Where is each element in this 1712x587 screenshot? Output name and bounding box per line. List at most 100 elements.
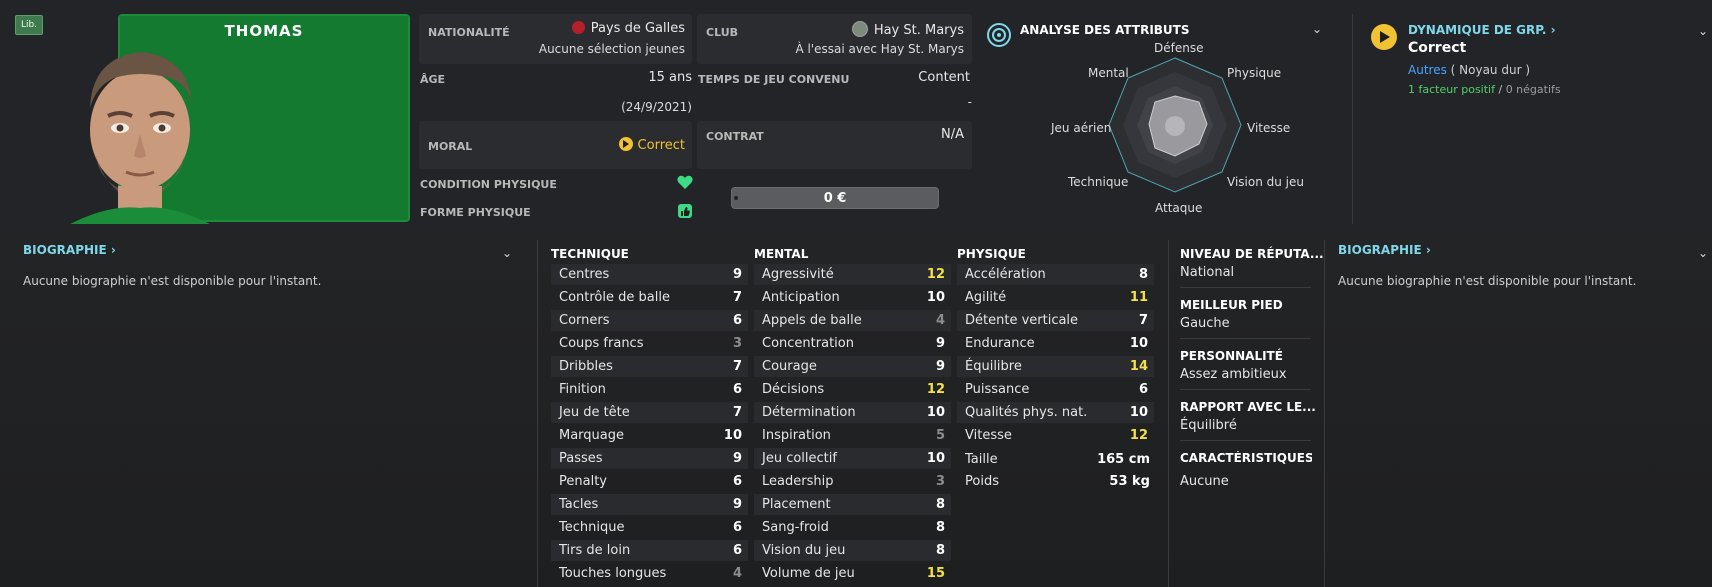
attribute-value: 10: [1129, 336, 1148, 351]
attribute-name: Dribbles: [559, 359, 613, 374]
height-label: Taille: [965, 452, 998, 467]
attribute-row[interactable]: Jeu collectif 10: [754, 448, 951, 469]
attribute-row[interactable]: Technique 6: [551, 517, 748, 538]
youth-caps: Aucune sélection jeunes: [538, 42, 685, 56]
divider: [1180, 338, 1311, 339]
attribute-row[interactable]: Placement 8: [754, 494, 951, 515]
attribute-row[interactable]: Volume de jeu 15: [754, 563, 951, 584]
mental-title: MENTAL: [754, 247, 809, 261]
technique-title: TECHNIQUE: [551, 247, 629, 261]
attribute-row[interactable]: Penalty 6: [551, 471, 748, 492]
attribute-value: 9: [732, 497, 742, 512]
attribute-row[interactable]: Agressivité 12: [754, 264, 951, 285]
club-value[interactable]: Hay St. Marys: [800, 21, 964, 38]
attribute-row[interactable]: Décisions 12: [754, 379, 951, 400]
positive-factors[interactable]: 1 facteur positif: [1408, 83, 1495, 96]
attribute-row[interactable]: Finition 6: [551, 379, 748, 400]
attribute-name: Agilité: [965, 290, 1007, 305]
attribute-value: 6: [732, 382, 742, 397]
attribute-row[interactable]: Courage 9: [754, 356, 951, 377]
attribute-value: 12: [926, 267, 945, 282]
player-traits-value: Aucune: [1180, 474, 1229, 489]
preferred-foot-label: MEILLEUR PIED: [1180, 298, 1283, 312]
attribute-row[interactable]: Vision du jeu 8: [754, 540, 951, 561]
personality-label: PERSONNALITÉ: [1180, 349, 1283, 363]
dynamics-group-link[interactable]: Autres: [1408, 63, 1447, 77]
attribute-row[interactable]: Dribbles 7: [551, 356, 748, 377]
attribute-value: 5: [935, 428, 945, 443]
player-face-image: [70, 52, 210, 224]
playing-time-extra: -: [967, 95, 972, 109]
attribute-value: 10: [723, 428, 742, 443]
attribute-row[interactable]: Jeu de tête 7: [551, 402, 748, 423]
biography-right-chevron-down-icon[interactable]: ⌄: [1698, 246, 1708, 260]
attribute-row[interactable]: Accélération 8: [957, 264, 1154, 285]
attribute-row[interactable]: Détente verticale 7: [957, 310, 1154, 331]
attribute-value: 9: [935, 359, 945, 374]
attribute-value: 10: [1129, 405, 1148, 420]
attribute-row[interactable]: Concentration 9: [754, 333, 951, 354]
dynamics-value: Correct: [1408, 40, 1467, 56]
nationality-label: NATIONALITÉ: [428, 26, 510, 39]
attribute-row[interactable]: Agilité 11: [957, 287, 1154, 308]
attribute-value: 6: [732, 474, 742, 489]
heart-icon[interactable]: [677, 175, 693, 190]
wage-bar[interactable]: 0 €: [731, 187, 939, 209]
divider: [1180, 440, 1311, 441]
attribute-name: Accélération: [965, 267, 1046, 282]
analysis-chevron-down-icon[interactable]: ⌄: [1312, 22, 1322, 36]
attribute-row[interactable]: Endurance 10: [957, 333, 1154, 354]
media-handling-value: Équilibré: [1180, 418, 1237, 433]
wage-bar-handle[interactable]: [734, 196, 738, 200]
factors-separator: /: [1498, 83, 1503, 96]
attribute-row[interactable]: Tacles 9: [551, 494, 748, 515]
attribute-name: Sang-froid: [762, 520, 829, 535]
dynamics-title-text: DYNAMIQUE DE GRP.: [1408, 23, 1547, 37]
attribute-row[interactable]: Corners 6: [551, 310, 748, 331]
status-badge[interactable]: Lib.: [15, 15, 43, 35]
attribute-row[interactable]: Vitesse 12: [957, 425, 1154, 446]
attribute-value: 10: [926, 405, 945, 420]
biography-left-title[interactable]: BIOGRAPHIE ›: [23, 243, 116, 257]
attribute-row[interactable]: Détermination 10: [754, 402, 951, 423]
dynamics-chevron-down-icon[interactable]: ⌄: [1698, 24, 1708, 38]
attribute-name: Tacles: [559, 497, 599, 512]
attribute-value: 14: [1129, 359, 1148, 374]
attribute-name: Endurance: [965, 336, 1035, 351]
biography-right-title[interactable]: BIOGRAPHIE ›: [1338, 243, 1431, 257]
attribute-row[interactable]: Appels de balle 4: [754, 310, 951, 331]
nationality-value[interactable]: Pays de Galles: [540, 21, 685, 36]
negative-factors[interactable]: 0 négatifs: [1506, 83, 1561, 96]
attribute-row[interactable]: Sang-froid 8: [754, 517, 951, 538]
attribute-row[interactable]: Marquage 10: [551, 425, 748, 446]
attribute-row[interactable]: Anticipation 10: [754, 287, 951, 308]
attribute-name: Finition: [559, 382, 606, 397]
analysis-title[interactable]: ANALYSE DES ATTRIBUTS: [1020, 23, 1190, 37]
attribute-row[interactable]: Inspiration 5: [754, 425, 951, 446]
attribute-value: 10: [926, 451, 945, 466]
attribute-row[interactable]: Leadership 3: [754, 471, 951, 492]
thumbs-up-icon[interactable]: [678, 204, 692, 218]
attribute-row[interactable]: Centres 9: [551, 264, 748, 285]
club-label: CLUB: [706, 26, 739, 39]
attribute-name: Décisions: [762, 382, 825, 397]
attribute-row[interactable]: Puissance 6: [957, 379, 1154, 400]
radar-axis-attaque: Attaque: [1155, 201, 1203, 215]
attribute-value: 3: [732, 336, 742, 351]
attribute-row[interactable]: Coups francs 3: [551, 333, 748, 354]
attribute-name: Corners: [559, 313, 610, 328]
dynamics-title[interactable]: DYNAMIQUE DE GRP. ›: [1408, 23, 1556, 37]
attribute-row[interactable]: Touches longues 4: [551, 563, 748, 584]
attribute-row[interactable]: Équilibre 14: [957, 356, 1154, 377]
media-handling-label: RAPPORT AVEC LE...: [1180, 400, 1316, 414]
attribute-row[interactable]: Qualités phys. nat. 10: [957, 402, 1154, 423]
attribute-name: Puissance: [965, 382, 1030, 397]
age-value: 15 ans: [648, 70, 692, 85]
attribute-value: 10: [926, 290, 945, 305]
attribute-row[interactable]: Passes 9: [551, 448, 748, 469]
attribute-value: 9: [732, 267, 742, 282]
attribute-value: 6: [732, 520, 742, 535]
attribute-row[interactable]: Tirs de loin 6: [551, 540, 748, 561]
attribute-row[interactable]: Contrôle de balle 7: [551, 287, 748, 308]
biography-left-chevron-down-icon[interactable]: ⌄: [502, 246, 512, 260]
